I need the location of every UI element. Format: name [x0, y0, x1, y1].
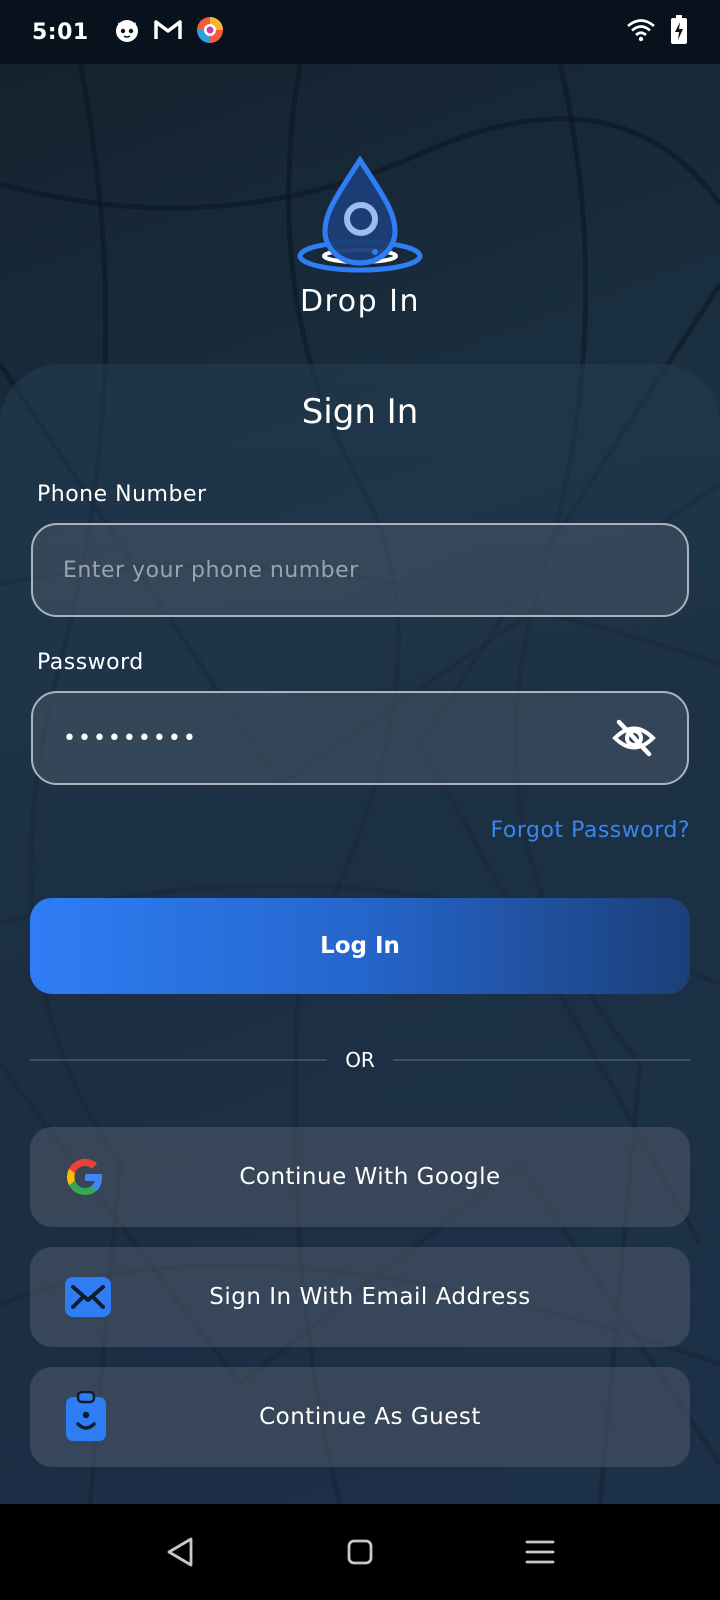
phone-placeholder: Enter your phone number — [63, 557, 359, 583]
notification-icons — [113, 15, 225, 49]
phone-input[interactable]: Enter your phone number — [31, 523, 689, 617]
password-value: ••••••••• — [63, 725, 198, 751]
password-input[interactable]: ••••••••• — [31, 691, 689, 785]
email-signin-button[interactable]: Sign In With Email Address — [30, 1247, 690, 1347]
google-signin-label: Continue With Google — [239, 1164, 501, 1190]
page-title: Sign In — [301, 392, 419, 432]
battery-charging-icon — [670, 15, 688, 49]
cat-icon — [113, 16, 141, 48]
gmail-icon — [153, 18, 183, 46]
email-icon — [64, 1276, 112, 1318]
brand-header: Drop In — [0, 156, 720, 319]
brand-name: Drop In — [299, 284, 421, 319]
google-signin-button[interactable]: Continue With Google — [30, 1127, 690, 1227]
guest-signin-button[interactable]: Continue As Guest — [30, 1367, 690, 1467]
eye-off-icon[interactable] — [611, 715, 657, 761]
forgot-password-link[interactable]: Forgot Password? — [491, 818, 690, 843]
or-divider: OR — [30, 1045, 691, 1075]
wifi-icon — [626, 18, 656, 46]
menu-icon[interactable] — [520, 1532, 560, 1572]
home-icon[interactable] — [340, 1532, 380, 1572]
status-time: 5:01 — [32, 19, 89, 45]
divider-line-left — [30, 1059, 328, 1061]
divider-line-right — [392, 1059, 691, 1061]
google-icon — [64, 1156, 106, 1198]
or-text: OR — [345, 1048, 375, 1072]
guest-badge-icon — [64, 1391, 108, 1443]
phone-label: Phone Number — [37, 482, 207, 507]
navigation-bar — [0, 1504, 720, 1600]
water-drop-logo-icon — [297, 156, 423, 273]
password-label: Password — [37, 650, 144, 675]
back-icon[interactable] — [160, 1532, 200, 1572]
email-signin-label: Sign In With Email Address — [209, 1284, 531, 1310]
login-button[interactable]: Log In — [30, 898, 690, 994]
browser-icon — [195, 15, 225, 49]
status-bar: 5:01 — [0, 0, 720, 64]
guest-signin-label: Continue As Guest — [259, 1404, 481, 1430]
